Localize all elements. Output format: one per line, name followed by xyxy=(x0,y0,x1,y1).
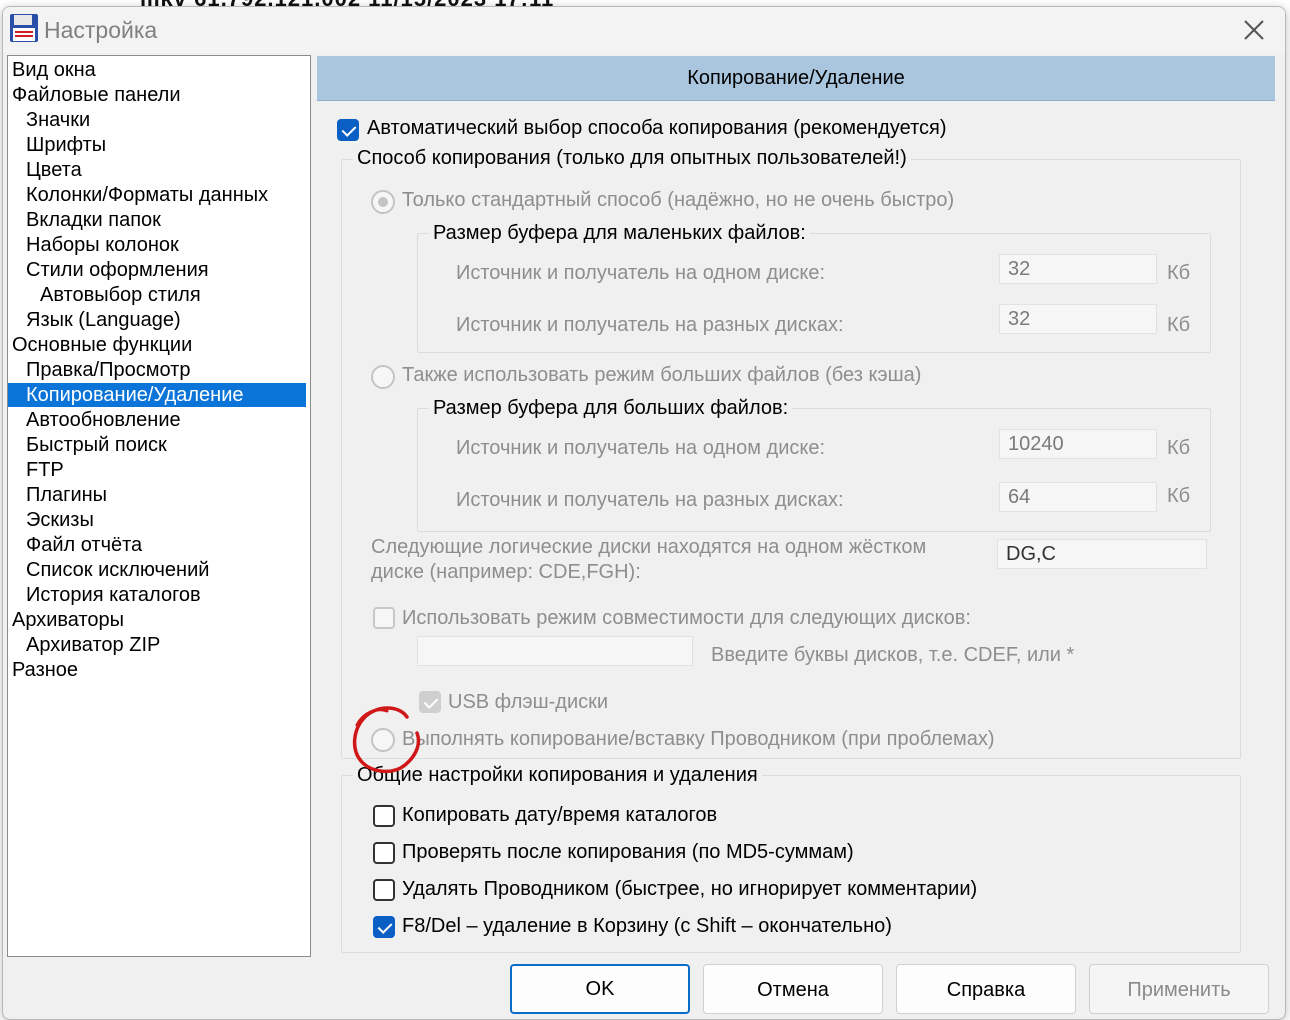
small-same-disk-input[interactable]: 32 xyxy=(999,254,1157,284)
large-same-disk-input[interactable]: 10240 xyxy=(999,429,1157,459)
ok-button[interactable]: OK xyxy=(510,964,690,1014)
standard-method-radio[interactable] xyxy=(371,190,395,214)
recycle-bin-label: F8/Del – удаление в Корзину (с Shift – о… xyxy=(402,915,892,937)
floppy-disk-icon xyxy=(10,14,38,42)
tree-item[interactable]: Основные функции xyxy=(8,333,306,357)
panel-header: Копирование/Удаление xyxy=(317,56,1275,101)
large-files-radio[interactable] xyxy=(371,365,395,389)
large-diff-disk-label: Источник и получатель на разных дисках: xyxy=(456,489,844,511)
help-button[interactable]: Справка xyxy=(896,964,1076,1014)
tree-item[interactable]: Автовыбор стиля xyxy=(8,283,306,307)
recycle-bin-checkbox[interactable] xyxy=(373,916,395,938)
tree-item[interactable]: Копирование/Удаление xyxy=(8,383,306,407)
tree-item[interactable]: Цвета xyxy=(8,158,306,182)
title-bar: Настройка xyxy=(3,7,1285,53)
explorer-copy-label: Выполнять копирование/вставку Проводнико… xyxy=(402,728,995,750)
small-diff-disk-unit: Кб xyxy=(1167,314,1191,336)
tree-item[interactable]: Язык (Language) xyxy=(8,308,306,332)
general-settings-legend: Общие настройки копирования и удаления xyxy=(353,764,762,787)
tree-item[interactable]: Быстрый поиск xyxy=(8,433,306,457)
large-buffer-group xyxy=(417,408,1211,532)
usb-flash-label: USB флэш-диски xyxy=(448,691,609,713)
tree-item[interactable]: Архиватор ZIP xyxy=(8,633,306,657)
verify-md5-label: Проверять после копирования (по MD5-сумм… xyxy=(402,841,854,863)
auto-select-label: Автоматический выбор способа копирования… xyxy=(367,117,947,139)
tree-item[interactable]: Значки xyxy=(8,108,306,132)
usb-flash-checkbox[interactable] xyxy=(419,691,441,713)
tree-item[interactable]: FTP xyxy=(8,458,306,482)
tree-item[interactable]: Шрифты xyxy=(8,133,306,157)
logical-drives-label-line2: диске (например: CDE,FGH): xyxy=(371,561,641,583)
small-buffer-legend: Размер буфера для маленьких файлов: xyxy=(429,222,810,245)
tree-item[interactable]: Вид окна xyxy=(8,58,306,82)
large-diff-disk-unit: Кб xyxy=(1167,485,1191,507)
compat-mode-label: Использовать режим совместимости для сле… xyxy=(402,607,971,629)
large-same-disk-label: Источник и получатель на одном диске: xyxy=(456,437,826,459)
tree-item[interactable]: История каталогов xyxy=(8,583,306,607)
tree-item[interactable]: Разное xyxy=(8,658,306,682)
tree-item[interactable]: Вкладки папок xyxy=(8,208,306,232)
tree-item[interactable]: Автообновление xyxy=(8,408,306,432)
tree-item[interactable]: Наборы колонок xyxy=(8,233,306,257)
tree-item[interactable]: Колонки/Форматы данных xyxy=(8,183,306,207)
tree-item[interactable]: Правка/Просмотр xyxy=(8,358,306,382)
tree-item[interactable]: Файл отчёта xyxy=(8,533,306,557)
close-icon[interactable] xyxy=(1239,15,1269,45)
explorer-copy-radio[interactable] xyxy=(371,728,395,752)
compat-mode-checkbox[interactable] xyxy=(373,607,395,629)
small-same-disk-unit: Кб xyxy=(1167,262,1191,284)
window-title: Настройка xyxy=(44,17,158,43)
cancel-button[interactable]: Отмена xyxy=(703,964,883,1014)
large-buffer-legend: Размер буфера для больших файлов: xyxy=(429,397,793,420)
tree-item[interactable]: Эскизы xyxy=(8,508,306,532)
tree-item[interactable]: Архиваторы xyxy=(8,608,306,632)
tree-item[interactable]: Файловые панели xyxy=(8,83,306,107)
compat-drives-hint: Введите буквы дисков, т.е. CDEF, или * xyxy=(711,644,1075,666)
copy-datetime-checkbox[interactable] xyxy=(373,805,395,827)
tree-item[interactable]: Стили оформления xyxy=(8,258,306,282)
logical-drives-input[interactable]: DG,C xyxy=(997,539,1207,569)
small-diff-disk-input[interactable]: 32 xyxy=(999,304,1157,334)
auto-select-checkbox[interactable] xyxy=(337,119,359,141)
logical-drives-label-line1: Следующие логические диски находятся на … xyxy=(371,536,927,558)
delete-explorer-checkbox[interactable] xyxy=(373,879,395,901)
large-diff-disk-input[interactable]: 64 xyxy=(999,482,1157,512)
small-same-disk-label: Источник и получатель на одном диске: xyxy=(456,262,826,284)
verify-md5-checkbox[interactable] xyxy=(373,842,395,864)
apply-button[interactable]: Применить xyxy=(1089,964,1269,1014)
copy-method-legend: Способ копирования (только для опытных п… xyxy=(353,147,911,170)
tree-item[interactable]: Плагины xyxy=(8,483,306,507)
settings-dialog: Настройка Вид окна Файловые панели Значки Ш… xyxy=(2,6,1286,1020)
delete-explorer-label: Удалять Проводником (быстрее, но игнорир… xyxy=(402,878,978,900)
large-same-disk-unit: Кб xyxy=(1167,437,1191,459)
compat-drives-input[interactable] xyxy=(417,636,693,666)
copy-datetime-label: Копировать дату/время каталогов xyxy=(402,804,718,826)
settings-tree[interactable]: Вид окна Файловые панели Значки Шрифты Цвета… xyxy=(7,55,311,957)
large-files-label: Также использовать режим больших файлов … xyxy=(402,364,922,386)
standard-method-label: Только стандартный способ (надёжно, но н… xyxy=(402,189,955,211)
tree-item[interactable]: Список исключений xyxy=(8,558,306,582)
small-diff-disk-label: Источник и получатель на разных дисках: xyxy=(456,314,844,336)
